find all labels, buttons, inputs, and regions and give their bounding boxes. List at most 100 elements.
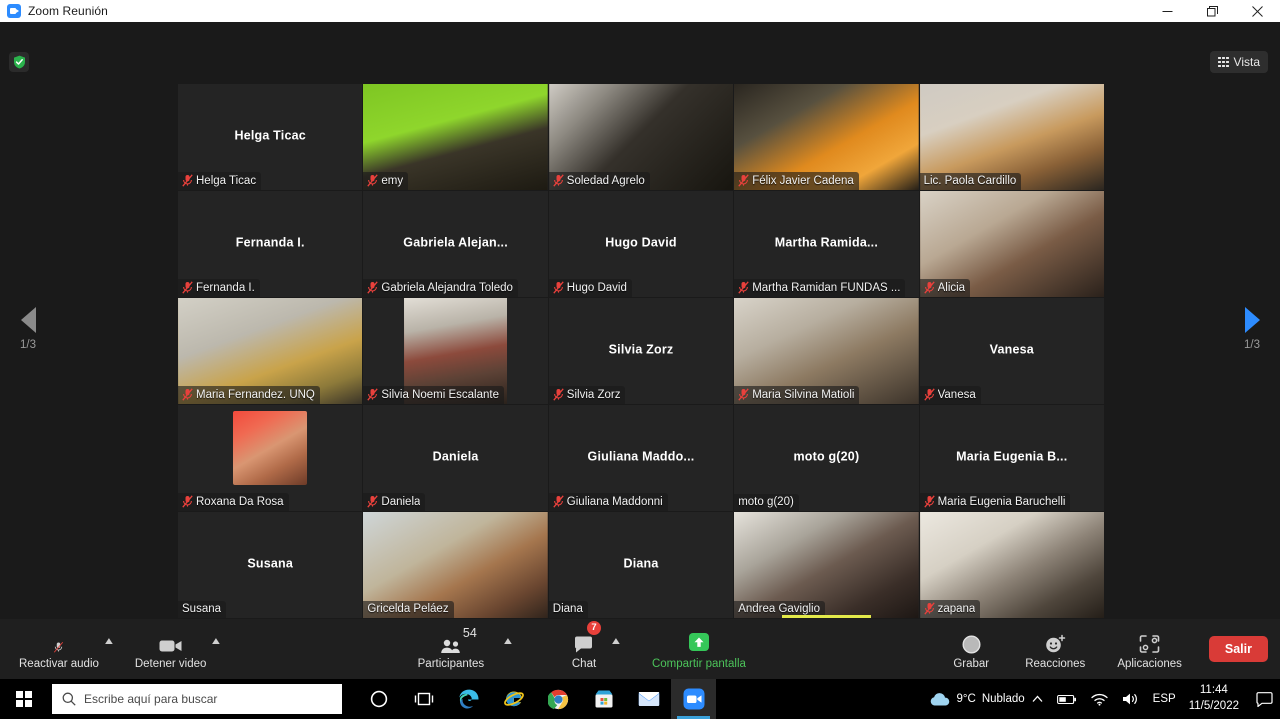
audio-options-caret[interactable]: ▲ (102, 636, 115, 647)
internet-explorer-icon[interactable] (491, 679, 536, 719)
microsoft-store-icon[interactable] (581, 679, 626, 719)
window-controls (1145, 0, 1280, 22)
clock-time: 11:44 (1199, 684, 1228, 697)
participant-tile[interactable]: Susana Susana (178, 512, 363, 618)
window-title-bar: Zoom Reunión (0, 0, 1280, 22)
participant-tile[interactable]: Fernanda I. Fernanda I. (178, 191, 363, 297)
participant-tile[interactable]: Soledad Agrelo (548, 84, 734, 190)
windows-taskbar: Escribe aquí para buscar 9°C Nublado ESP… (0, 679, 1280, 719)
chat-options-caret[interactable]: ▲ (610, 636, 623, 647)
participant-nameplate: Roxana Da Rosa (178, 493, 289, 511)
participant-gallery: Helga Ticac Helga Ticac emy Soledad Agrelo F… (178, 84, 1104, 618)
search-input[interactable]: Escribe aquí para buscar (52, 684, 342, 714)
chrome-icon[interactable] (536, 679, 581, 719)
unmute-audio-button[interactable]: Reactivar audio (12, 621, 106, 677)
language-indicator[interactable]: ESP (1146, 679, 1183, 719)
participant-tile[interactable]: moto g(20) moto g(20) (734, 405, 919, 511)
record-label: Grabar (953, 658, 990, 670)
participants-button[interactable]: Participantes 54 (411, 621, 491, 677)
prev-page-label: 1/3 (20, 339, 36, 351)
weather-widget[interactable]: 9°C Nublado (923, 692, 1025, 707)
participant-nameplate: emy (363, 172, 409, 190)
participant-tile[interactable]: Silvia Noemi Escalante (363, 298, 548, 404)
shield-check-icon[interactable] (9, 52, 29, 72)
participant-center-name: Diana (623, 556, 659, 571)
notifications-icon[interactable] (1249, 679, 1280, 719)
cortana-icon[interactable] (356, 679, 401, 719)
participant-tile[interactable]: emy (363, 84, 548, 190)
participant-center-name: Silvia Zorz (608, 342, 674, 357)
volume-icon[interactable] (1115, 679, 1146, 719)
participant-nameplate: Vanesa (919, 386, 981, 404)
chat-button[interactable]: 7 Chat (555, 621, 613, 677)
battery-icon[interactable] (1050, 679, 1084, 719)
view-button[interactable]: Vista (1209, 51, 1268, 73)
zoom-taskbar-icon[interactable] (671, 679, 716, 719)
participant-tile[interactable]: Roxana Da Rosa (178, 405, 363, 511)
participant-tile[interactable]: Daniela Daniela (363, 405, 548, 511)
participant-tile[interactable]: Maria Fernandez. UNQ (178, 298, 363, 404)
participant-name: Diana (552, 603, 583, 615)
clock[interactable]: 11:44 11/5/2022 (1183, 683, 1249, 714)
record-button[interactable]: Grabar (942, 621, 1000, 677)
participant-center-name: moto g(20) (793, 449, 860, 464)
participant-tile[interactable]: Giuliana Maddo... Giuliana Maddonni (548, 405, 734, 511)
video-options-caret[interactable]: ▲ (210, 636, 223, 647)
share-screen-button[interactable]: Compartir pantalla (645, 621, 753, 677)
participant-nameplate: Daniela (363, 493, 426, 511)
windows-start-icon[interactable] (0, 679, 48, 719)
minimize-icon[interactable] (1145, 0, 1190, 22)
participant-center-name: Fernanda I. (235, 235, 305, 250)
mail-icon[interactable] (626, 679, 671, 719)
participant-tile[interactable]: Martha Ramida... Martha Ramidan FUNDAS ..… (734, 191, 919, 297)
muted-microphone-icon (553, 281, 564, 294)
next-page-button[interactable]: 1/3 (1224, 307, 1280, 351)
participant-name: Vanesa (937, 388, 976, 401)
edge-icon[interactable] (446, 679, 491, 719)
participant-center-name: Giuliana Maddo... (587, 449, 695, 464)
cloud-icon (930, 692, 949, 705)
view-button-label: Vista (1233, 55, 1260, 69)
participant-tile[interactable]: Félix Javier Cadena (734, 84, 919, 190)
participant-name: Giuliana Maddonni (566, 495, 663, 508)
muted-microphone-icon (182, 174, 193, 187)
maximize-icon[interactable] (1190, 0, 1235, 22)
stop-video-button[interactable]: Detener video (128, 621, 214, 677)
participant-center-name: Daniela (432, 449, 479, 464)
participant-tile[interactable]: Diana Diana (548, 512, 734, 618)
participant-tile[interactable]: zapana (919, 512, 1104, 618)
chevron-left-icon (20, 307, 36, 333)
participants-options-caret[interactable]: ▲ (502, 636, 515, 647)
wifi-icon[interactable] (1084, 679, 1115, 719)
participant-tile[interactable]: Hugo David Hugo David (548, 191, 734, 297)
participant-nameplate: Silvia Noemi Escalante (363, 386, 504, 404)
unmute-audio-label: Reactivar audio (19, 658, 99, 670)
participant-name: Roxana Da Rosa (196, 495, 284, 508)
muted-microphone-icon (923, 602, 935, 615)
participant-name: Daniela (381, 495, 421, 508)
participant-tile[interactable]: Maria Silvina Matioli (734, 298, 919, 404)
reactions-button[interactable]: Reacciones (1018, 621, 1092, 677)
share-screen-label: Compartir pantalla (651, 658, 746, 670)
apps-button[interactable]: Aplicaciones (1110, 621, 1189, 677)
participant-tile[interactable]: Lic. Paola Cardillo (919, 84, 1104, 190)
participant-nameplate: Fernanda I. (178, 279, 260, 297)
close-icon[interactable] (1235, 0, 1280, 22)
participant-tile[interactable]: Andrea Gaviglio (734, 512, 919, 618)
participant-nameplate: Giuliana Maddonni (548, 493, 668, 511)
task-view-icon[interactable] (401, 679, 446, 719)
participant-tile[interactable]: Gabriela Alejan... Gabriela Alejandra Tol… (363, 191, 548, 297)
participant-tile[interactable]: Vanesa Vanesa (919, 298, 1104, 404)
participant-name: zapana (937, 602, 976, 615)
participant-tile[interactable]: Maria Eugenia B... Maria Eugenia Baruchel… (919, 405, 1104, 511)
participant-tile[interactable]: Helga Ticac Helga Ticac (178, 84, 363, 190)
tray-expand-button[interactable] (1025, 679, 1050, 719)
weather-temp: 9°C (956, 693, 976, 705)
leave-meeting-button[interactable]: Salir (1208, 636, 1268, 662)
participant-tile[interactable]: Alicia (919, 191, 1104, 297)
participant-tile[interactable]: Gricelda Peláez (363, 512, 548, 618)
participant-name: Fernanda I. (196, 281, 255, 294)
prev-page-button[interactable]: 1/3 (0, 307, 56, 351)
participant-tile[interactable]: Silvia Zorz Silvia Zorz (548, 298, 734, 404)
participant-nameplate: Félix Javier Cadena (734, 172, 859, 190)
